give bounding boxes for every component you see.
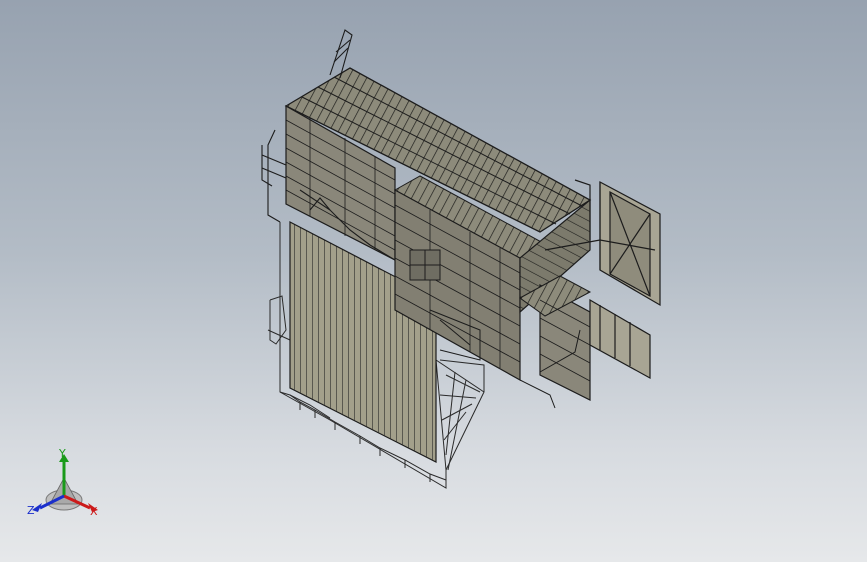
triad-x-label: X	[90, 505, 98, 518]
orientation-triad[interactable]: Y X Z	[22, 448, 106, 524]
graphics-viewport[interactable]: Y X Z	[0, 0, 867, 562]
triad-z-label: Z	[27, 504, 35, 517]
triad-y-label: Y	[59, 447, 66, 460]
3d-model-assembly[interactable]	[0, 0, 867, 562]
